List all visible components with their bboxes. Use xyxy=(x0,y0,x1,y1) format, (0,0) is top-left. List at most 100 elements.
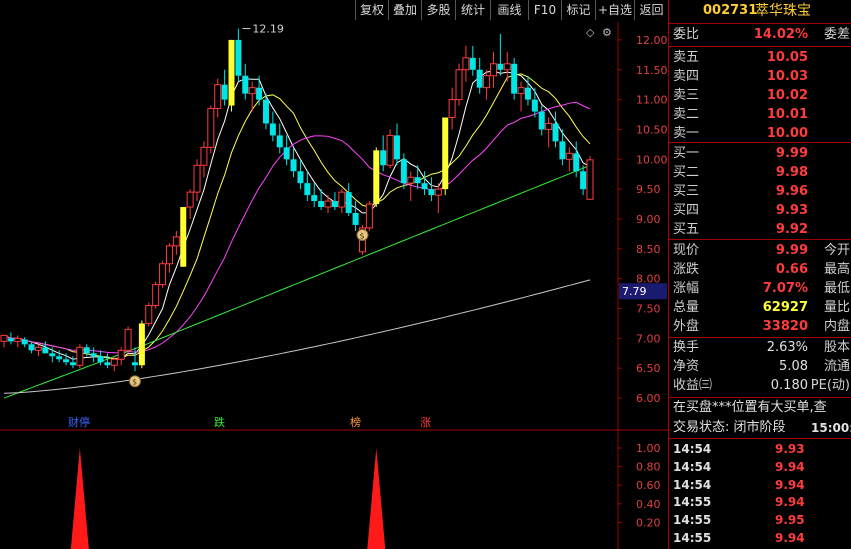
bid-row[interactable]: 买一 9.99 xyxy=(669,145,851,163)
signal-spike xyxy=(70,448,89,549)
stat-row: 涨跌 0.66 最高 xyxy=(669,261,851,279)
stat-value: 7.07% xyxy=(762,281,808,296)
ask-row[interactable]: 卖二 10.01 xyxy=(669,106,851,124)
candle-body xyxy=(448,99,456,119)
candle-body xyxy=(228,39,235,106)
ma-line-ma60 xyxy=(3,164,591,399)
candle-body xyxy=(0,334,8,342)
candle-body xyxy=(262,99,269,124)
candle-body xyxy=(124,328,132,351)
ask-row[interactable]: 卖一 10.00 xyxy=(669,125,851,143)
candle-body xyxy=(76,346,84,366)
ask-label: 卖五 xyxy=(673,50,700,65)
weibi-label: 委比 xyxy=(673,27,700,42)
money-bag-symbol: $ xyxy=(359,231,364,240)
ask-label: 卖四 xyxy=(673,69,700,84)
weibi-row: 委比 14.02% 委差 xyxy=(669,26,851,44)
stat-extra-label: 内盘 xyxy=(823,319,850,334)
ask-label: 卖二 xyxy=(673,107,700,122)
candle-body xyxy=(21,339,28,345)
bid-label: 买三 xyxy=(673,184,700,199)
candle-body xyxy=(517,87,525,95)
stat2-row: 收益㈢ 0.180 PE(动) xyxy=(669,377,851,395)
candle-body xyxy=(483,75,491,89)
candle-body xyxy=(214,84,222,110)
bid-row[interactable]: 买三 9.96 xyxy=(669,183,851,201)
candle-body xyxy=(393,135,400,160)
candle-body xyxy=(565,152,573,160)
ma-line-ma120 xyxy=(3,279,591,394)
divider xyxy=(669,46,851,47)
candle-body xyxy=(580,171,587,190)
status-label: 交易状态: 闭市阶段 xyxy=(673,420,786,435)
toolbar-btn-f10[interactable]: F10 xyxy=(528,0,561,20)
candle-body xyxy=(186,191,194,208)
stat-extra-label: 最低 xyxy=(823,281,850,296)
stat-extra-label: 量比 xyxy=(823,300,850,315)
y-tick-label: 12.00 xyxy=(636,34,668,47)
candle-body xyxy=(489,63,497,77)
toolbar-btn-overlay[interactable]: 叠加 xyxy=(388,0,421,20)
candle-body xyxy=(311,195,318,202)
tick-price: 9.95 xyxy=(775,513,805,528)
candle-body xyxy=(290,159,297,172)
toolbar-btn-multi-stock[interactable]: 多股 xyxy=(421,0,455,20)
money-bag-symbol: $ xyxy=(132,378,137,387)
candle-body xyxy=(559,141,566,160)
stat-value: 9.99 xyxy=(775,243,808,258)
stat2-label: 收益㈢ xyxy=(673,378,713,393)
candle-body xyxy=(380,150,387,166)
candle-body xyxy=(42,347,49,354)
toolbar-btn-mark[interactable]: 标记 xyxy=(561,0,595,20)
candle-body xyxy=(434,188,442,196)
settings-icon: ⚙ xyxy=(602,26,612,39)
status-time: 15:00: xyxy=(811,421,851,435)
sub-y-tick-label: 0.40 xyxy=(636,498,661,511)
candle-body xyxy=(63,359,70,363)
ask-label: 卖一 xyxy=(673,126,700,141)
stat2-value: 0.180 xyxy=(770,378,808,393)
y-tick-label: 11.00 xyxy=(636,94,668,107)
candle-body xyxy=(407,176,415,184)
tick-time: 14:55 xyxy=(673,513,712,528)
candle-body xyxy=(49,353,56,357)
stat-extra-label: 今开 xyxy=(823,243,850,258)
event-marker: 跌 xyxy=(214,415,225,429)
ask-row[interactable]: 卖五 10.05 xyxy=(669,49,851,67)
candle-body xyxy=(180,207,187,267)
toolbar-btn-restore[interactable]: 复权 xyxy=(355,0,388,20)
candle-body xyxy=(318,201,325,208)
tick-time: 14:54 xyxy=(673,459,712,474)
bid-price: 9.92 xyxy=(775,222,808,237)
notice-row[interactable]: 在买盘***位置有大买单,查 xyxy=(669,399,851,417)
ask-row[interactable]: 卖三 10.02 xyxy=(669,87,851,105)
sub-y-tick-label: 0.20 xyxy=(636,516,661,529)
stat-value: 62927 xyxy=(762,300,808,315)
candle-body xyxy=(221,84,228,100)
candle-body xyxy=(138,323,145,366)
kline-chart[interactable]: ◇ ⚙12.0011.5011.0010.5010.009.509.008.508… xyxy=(0,0,668,549)
toolbar-btn-draw[interactable]: 画线 xyxy=(490,0,528,20)
toolbar-btn-stats[interactable]: 统计 xyxy=(455,0,490,20)
stat2-extra-label: PE(动) xyxy=(810,378,850,393)
bid-row[interactable]: 买四 9.93 xyxy=(669,202,851,220)
candle-body xyxy=(152,284,160,307)
candle-body xyxy=(165,245,173,265)
toolbar-btn-back[interactable]: 返回 xyxy=(634,0,668,20)
stat2-value: 5.08 xyxy=(779,359,808,374)
stock-header: 002731 萃华珠宝 xyxy=(669,2,851,22)
divider xyxy=(669,337,851,338)
stat-extra-label: 最高 xyxy=(823,262,850,277)
candle-body xyxy=(90,353,97,357)
candle-body xyxy=(531,99,538,112)
toolbar-btn-add-watchlist[interactable]: +自选 xyxy=(595,0,634,20)
candle-body xyxy=(172,236,180,247)
stat2-extra-label: 流通 xyxy=(823,359,850,374)
stat2-value: 2.63% xyxy=(766,340,808,355)
bid-row[interactable]: 买二 9.98 xyxy=(669,164,851,182)
stat-label: 外盘 xyxy=(673,319,700,334)
bid-row[interactable]: 买五 9.92 xyxy=(669,221,851,239)
bid-label: 买一 xyxy=(673,146,700,161)
ask-row[interactable]: 卖四 10.03 xyxy=(669,68,851,86)
y-tick-label: 9.50 xyxy=(636,183,661,196)
